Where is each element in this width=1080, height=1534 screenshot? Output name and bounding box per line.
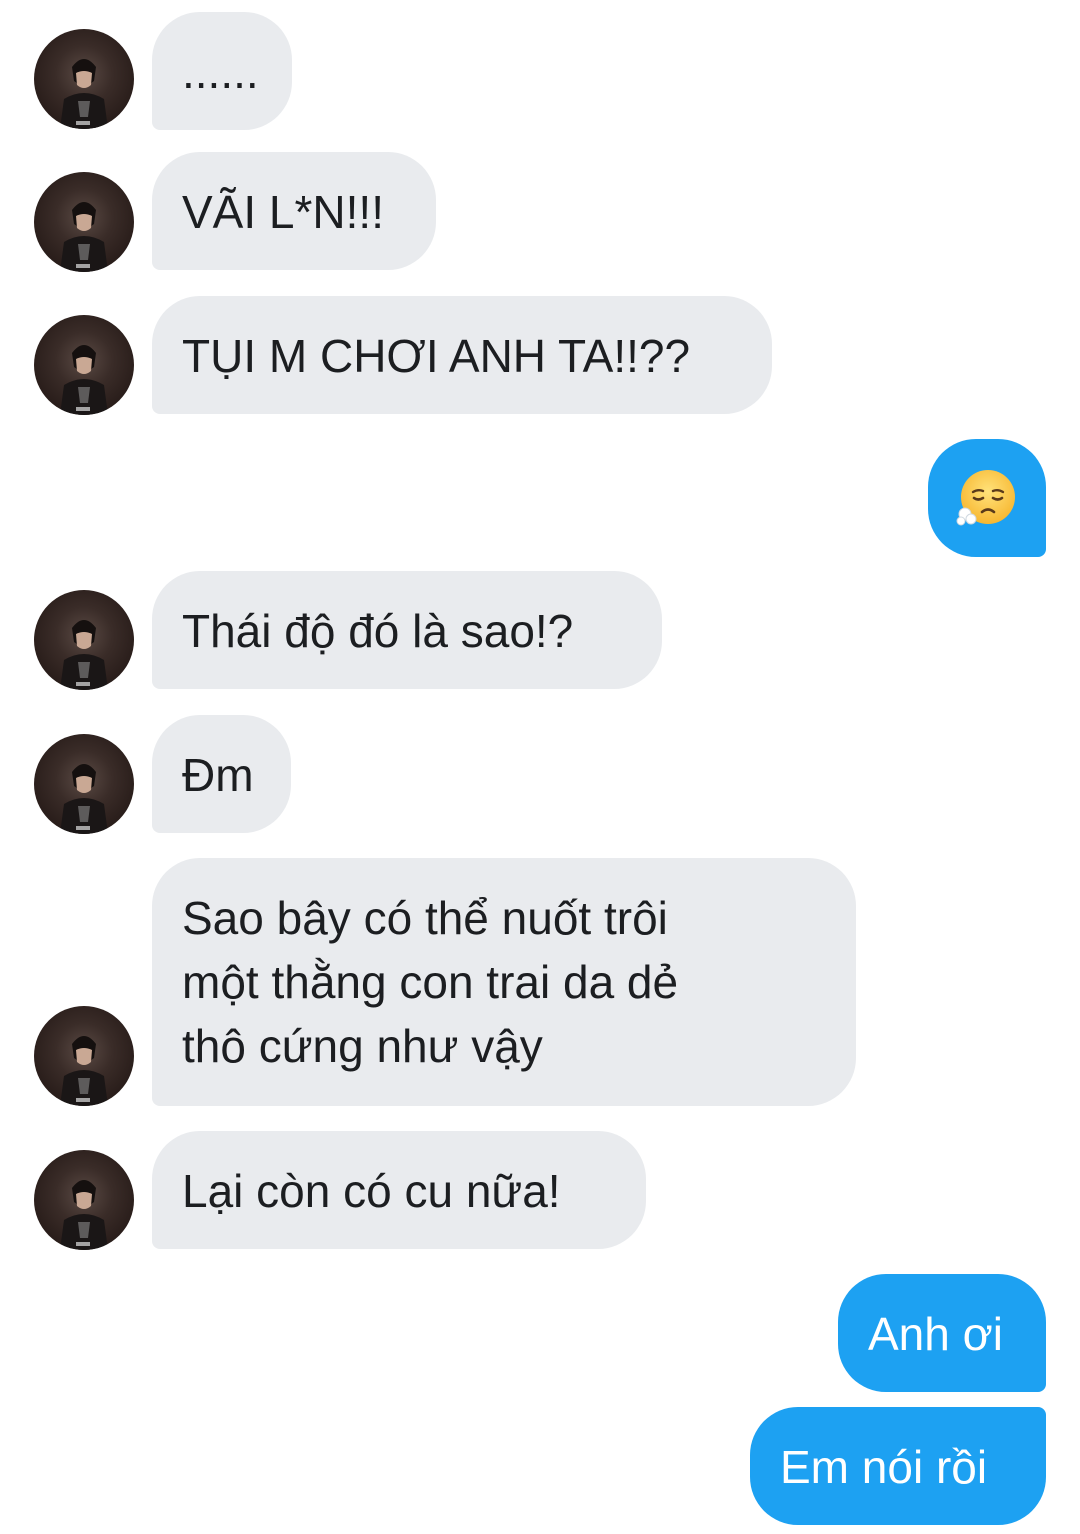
message-text: Thái độ đó là sao!? — [182, 605, 574, 657]
avatar[interactable] — [34, 1150, 134, 1250]
message-text: Lại còn có cu nữa! — [182, 1165, 561, 1217]
message-bubble[interactable]: Lại còn có cu nữa! — [152, 1131, 646, 1249]
message-text: Em nói rồi — [780, 1441, 988, 1493]
avatar[interactable] — [34, 1006, 134, 1106]
message-bubble[interactable]: Đm — [152, 715, 291, 833]
message-bubble[interactable]: Thái độ đó là sao!? — [152, 571, 662, 689]
message-text: VÃI L*N!!! — [182, 186, 384, 238]
message-text: Anh ơi — [868, 1308, 1004, 1360]
message-text: TỤI M CHƠI ANH TA!!?? — [182, 330, 691, 382]
message-text-line: thô cứng như vậy — [182, 1020, 543, 1072]
message-bubble-outgoing[interactable]: Em nói rồi — [750, 1407, 1046, 1525]
avatar[interactable] — [34, 29, 134, 129]
avatar[interactable] — [34, 172, 134, 272]
message-bubble-outgoing[interactable]: Anh ơi — [838, 1274, 1046, 1392]
avatar[interactable] — [34, 315, 134, 415]
avatar[interactable] — [34, 734, 134, 834]
message-bubble[interactable]: TỤI M CHƠI ANH TA!!?? — [152, 296, 772, 414]
message-text: ...... — [182, 46, 259, 98]
message-text-line: Sao bây có thể nuốt trôi — [182, 892, 668, 944]
message-bubble-outgoing[interactable] — [928, 439, 1046, 557]
message-bubble[interactable]: Sao bây có thể nuốt trôi một thằng con t… — [152, 858, 856, 1106]
message-bubble[interactable]: VÃI L*N!!! — [152, 152, 436, 270]
message-bubble[interactable]: ...... — [152, 12, 292, 130]
face-exhaling-icon — [956, 467, 1018, 529]
message-text-line: một thằng con trai da dẻ — [182, 956, 679, 1008]
message-text: Đm — [182, 749, 254, 801]
avatar[interactable] — [34, 590, 134, 690]
